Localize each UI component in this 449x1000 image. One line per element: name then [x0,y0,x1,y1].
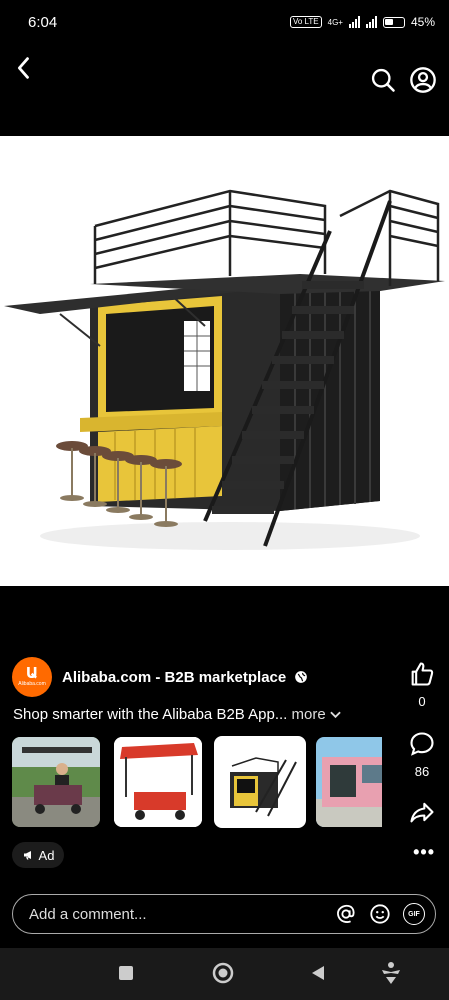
battery-icon [382,16,405,28]
status-time: 6:04 [28,13,58,31]
more-link[interactable]: more [292,706,341,723]
product-carousel[interactable] [12,736,382,828]
post-header: Ա Alibaba.com Alibaba.com - B2B marketpl… [12,656,389,698]
status-bar: 6:04 Vo LTE 4G+ 45% [0,0,449,44]
like-count: 0 [418,694,426,709]
ad-label: Ad [38,847,55,863]
advertiser-logo[interactable]: Ա Alibaba.com [12,657,52,697]
share-action[interactable] [407,798,437,826]
comment-action[interactable]: 86 [407,730,437,779]
alibaba-logo-icon: Ա [25,665,39,682]
signal-icon [348,16,360,28]
profile-icon[interactable] [409,66,437,94]
carousel-item-folding-wagon[interactable] [12,737,100,827]
ad-badge[interactable]: Ad [12,842,64,868]
share-arrow-icon[interactable] [408,798,436,826]
carousel-item-red-cart[interactable] [114,737,202,827]
post-caption[interactable]: Shop smarter with the Alibaba B2B App...… [13,706,393,723]
android-nav-bar [0,948,449,1000]
top-nav [0,48,449,108]
network-type: 4G+ [327,17,343,27]
like-action[interactable]: 0 [407,660,437,709]
globe-icon [295,671,308,683]
chevron-down-icon [330,711,341,719]
comment-input[interactable]: Add a comment... GIF [12,894,436,934]
gif-icon[interactable]: GIF [403,903,425,925]
back-nav-icon[interactable] [309,964,327,982]
battery-level: 45% [410,15,435,29]
comment-count: 86 [414,764,430,779]
container-kiosk-illustration [4,189,445,550]
megaphone-icon [23,851,31,860]
thumbs-up-icon[interactable] [408,660,436,688]
volte-badge: Vo LTE [289,16,322,28]
caption-text: Shop smarter with the Alibaba B2B App... [13,706,288,723]
signal-icon-2 [365,16,377,28]
emoji-icon[interactable] [369,903,391,925]
carousel-item-pink-container[interactable] [316,737,382,827]
accessibility-icon[interactable] [379,960,403,986]
comment-tools: GIF [335,903,425,925]
back-arrow-icon[interactable] [10,54,38,82]
home-icon[interactable] [211,961,235,985]
page-name[interactable]: Alibaba.com - B2B marketplace [62,669,286,686]
comment-bubble-icon[interactable] [408,730,436,758]
carousel-item-container-kiosk[interactable] [214,736,306,828]
recents-icon[interactable] [117,964,135,982]
search-icon[interactable] [369,66,397,94]
logo-text: Alibaba.com [18,681,46,687]
comment-placeholder[interactable]: Add a comment... [29,906,335,923]
status-indicators: Vo LTE 4G+ 45% [289,15,435,29]
more-options-icon[interactable]: ••• [413,842,435,863]
at-sign-icon[interactable] [335,903,357,925]
post-image[interactable] [0,136,449,586]
